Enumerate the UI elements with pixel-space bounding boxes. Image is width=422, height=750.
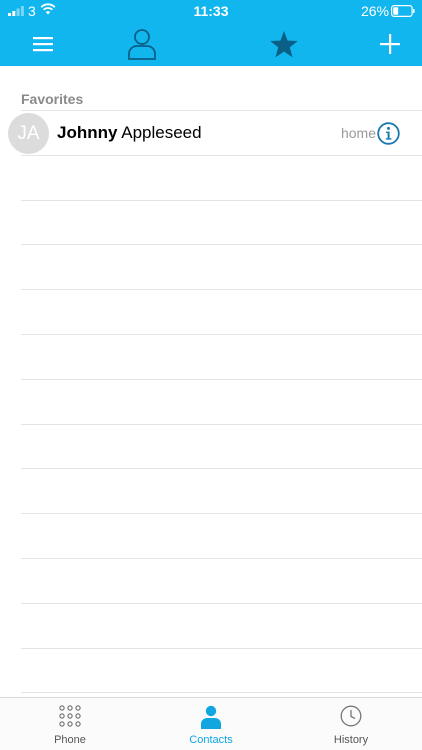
row-divider xyxy=(21,424,422,425)
tab-phone[interactable]: Phone xyxy=(20,698,120,750)
star-icon xyxy=(270,30,298,57)
contact-phone-label: home xyxy=(340,125,376,141)
row-divider xyxy=(21,513,422,514)
contact-last-name: Appleseed xyxy=(121,123,202,142)
top-bar: 3 11:33 26% xyxy=(0,0,422,66)
person-icon xyxy=(201,705,221,729)
contact-name: Johnny Appleseed xyxy=(57,123,202,143)
tab-label-phone: Phone xyxy=(54,734,86,746)
status-bar: 3 11:33 26% xyxy=(0,0,422,22)
menu-button[interactable] xyxy=(20,22,66,66)
add-contact-button[interactable] xyxy=(368,22,412,66)
row-divider xyxy=(21,334,422,335)
tab-bar: Phone Contacts History xyxy=(0,697,422,750)
status-time: 11:33 xyxy=(193,3,229,19)
row-divider xyxy=(21,155,422,156)
navigation-bar xyxy=(0,22,422,66)
row-divider xyxy=(21,289,422,290)
battery-percentage: 26% xyxy=(360,3,389,19)
contacts-view-button[interactable] xyxy=(118,22,166,66)
favorites-view-button[interactable] xyxy=(260,22,308,66)
tab-label-history: History xyxy=(333,734,369,746)
row-divider xyxy=(21,200,422,201)
tab-history[interactable]: History xyxy=(301,698,401,750)
contact-first-name: Johnny xyxy=(57,123,118,142)
row-divider xyxy=(21,379,422,380)
tab-contacts[interactable]: Contacts xyxy=(161,698,261,750)
dialpad-icon xyxy=(59,705,81,727)
info-icon[interactable] xyxy=(377,122,400,145)
row-divider xyxy=(21,468,422,469)
person-outline-icon xyxy=(128,29,156,60)
row-divider xyxy=(21,692,422,693)
plus-icon xyxy=(380,34,400,54)
row-divider xyxy=(21,110,422,111)
contact-avatar: JA xyxy=(8,113,49,154)
clock-icon xyxy=(340,705,362,727)
row-divider xyxy=(21,603,422,604)
row-divider xyxy=(21,648,422,649)
hamburger-menu-icon xyxy=(33,37,53,52)
row-divider xyxy=(21,244,422,245)
tab-label-contacts: Contacts xyxy=(189,734,233,746)
row-divider xyxy=(21,558,422,559)
section-header-favorites: Favorites xyxy=(21,91,84,107)
battery-icon xyxy=(391,5,415,17)
avatar-initials: JA xyxy=(17,122,40,144)
